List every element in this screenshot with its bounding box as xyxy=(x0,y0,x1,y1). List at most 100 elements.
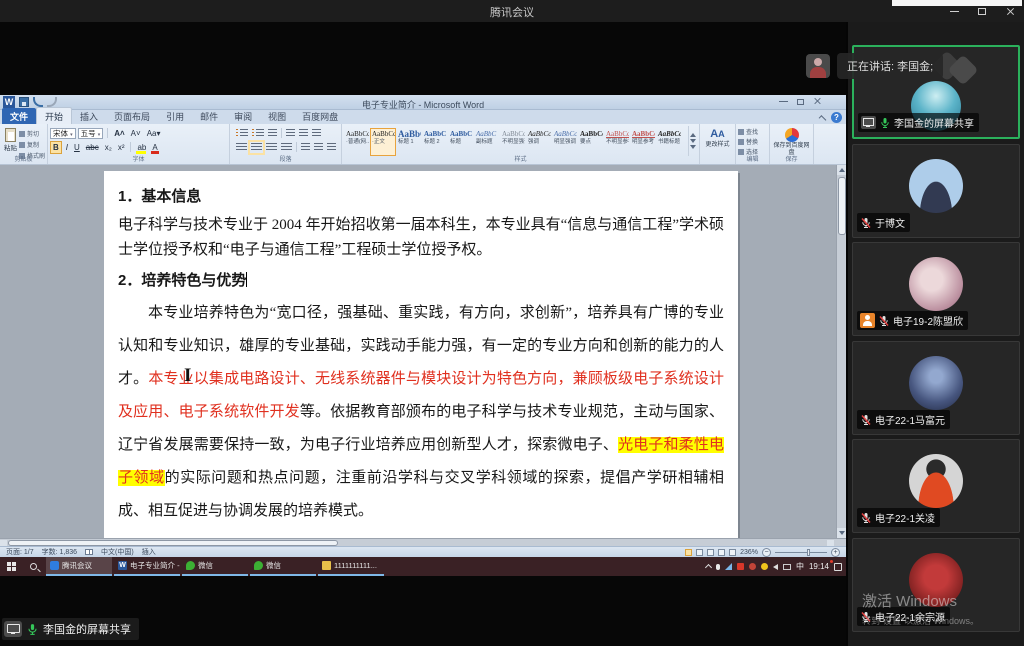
print-layout-view-icon[interactable] xyxy=(685,549,692,556)
tray-security-icon[interactable] xyxy=(761,563,768,570)
ribbon-tab-文件[interactable]: 文件 xyxy=(2,108,36,124)
participant-tile-电子22-1余宗源[interactable]: 电子22-1余宗源 xyxy=(852,538,1020,632)
style-标题2[interactable]: AaBbC标题 2 xyxy=(422,128,448,156)
ribbon-tab-页面布局[interactable]: 页面布局 xyxy=(106,108,158,124)
language-indicator[interactable]: 中文(中国) xyxy=(101,547,134,557)
vertical-scroll-thumb[interactable] xyxy=(838,177,846,235)
style-不明显强调[interactable]: AaBbCcDc不明显强调 xyxy=(500,128,526,156)
taskbar-item-meeting[interactable]: 腾讯会议 xyxy=(46,557,112,576)
word-count[interactable]: 字数: 1,836 xyxy=(42,547,77,557)
tray-network-icon[interactable] xyxy=(725,563,732,570)
change-case-button[interactable]: Aa▾ xyxy=(145,128,163,139)
grow-font-button[interactable]: A˄ xyxy=(112,128,126,139)
style-明显参考[interactable]: AaBbCcI明显参考 xyxy=(630,128,656,156)
start-button[interactable] xyxy=(0,557,22,576)
font-size-combobox[interactable]: 五号 ▾ xyxy=(78,128,104,139)
style-不明显参考[interactable]: AaBbCcD不明显参考 xyxy=(604,128,630,156)
numbering-icon[interactable] xyxy=(252,129,264,138)
outline-view-icon[interactable] xyxy=(718,549,725,556)
ribbon-tab-引用[interactable]: 引用 xyxy=(158,108,192,124)
font-button-5[interactable]: x² xyxy=(116,142,127,153)
horizontal-scrollbar[interactable] xyxy=(0,538,846,546)
zoom-level[interactable]: 236% xyxy=(740,549,758,556)
taskbar-search-button[interactable] xyxy=(22,557,44,576)
taskbar-clock[interactable]: 19:14 xyxy=(809,562,829,571)
ribbon-tab-邮件[interactable]: 邮件 xyxy=(192,108,226,124)
participant-tile-于博文[interactable]: 于博文 xyxy=(852,144,1020,238)
ribbon-tab-审阅[interactable]: 审阅 xyxy=(226,108,260,124)
shrink-font-button[interactable]: A˅ xyxy=(129,128,143,139)
share-indicator[interactable]: 李国金的屏幕共享 xyxy=(2,618,139,640)
tray-app-red-icon[interactable] xyxy=(737,563,744,570)
ribbon-tab-插入[interactable]: 插入 xyxy=(72,108,106,124)
word-close-button[interactable] xyxy=(813,97,822,106)
shading-icon[interactable] xyxy=(314,143,323,152)
font-button-4[interactable]: x₂ xyxy=(103,142,114,153)
style-gallery-scroll[interactable] xyxy=(688,126,697,156)
save-to-baidu-button[interactable]: 保存到百度网盘 保存 xyxy=(770,124,814,164)
change-styles-button[interactable]: AA 更改样式 xyxy=(700,124,736,164)
draft-view-icon[interactable] xyxy=(729,549,736,556)
font-name-combobox[interactable]: 宋体 ▾ xyxy=(50,128,76,139)
font-color-button[interactable]: A xyxy=(150,143,159,152)
zoom-in-button[interactable]: + xyxy=(831,548,840,557)
font-button-3[interactable]: abc xyxy=(84,142,101,153)
editing-item-查找[interactable]: 查找 xyxy=(738,127,767,136)
zoom-slider[interactable] xyxy=(775,552,827,553)
clipboard-item-剪切[interactable]: 剪切 xyxy=(19,129,45,138)
tray-mic-icon[interactable] xyxy=(716,564,720,570)
borders-icon[interactable] xyxy=(327,143,336,152)
zoom-slider-thumb[interactable] xyxy=(807,549,810,556)
word-restore-button[interactable] xyxy=(797,99,804,105)
style-要点[interactable]: AaBbCcD要点 xyxy=(578,128,604,156)
align-left-icon[interactable] xyxy=(236,143,247,152)
tray-app-red2-icon[interactable] xyxy=(749,563,756,570)
style-普通网[interactable]: AaBbCcDc·普通(网... xyxy=(344,128,370,156)
style-标题[interactable]: AaBbC标题 xyxy=(448,128,474,156)
proofing-icon[interactable] xyxy=(85,549,93,555)
style-副标题[interactable]: AaBbC副标题 xyxy=(474,128,500,156)
action-center-icon[interactable] xyxy=(834,563,842,571)
input-language-indicator[interactable]: 中 xyxy=(796,561,804,572)
style-正文[interactable]: AaBbCcDd·正文 xyxy=(370,128,396,156)
web-layout-view-icon[interactable] xyxy=(707,549,714,556)
scroll-down-button[interactable] xyxy=(837,528,846,538)
gallery-down-icon[interactable] xyxy=(690,139,696,143)
ribbon-tab-百度网盘[interactable]: 百度网盘 xyxy=(294,108,346,124)
align-right-icon[interactable] xyxy=(266,143,277,152)
taskbar-item-word[interactable]: W电子专业简介 - Micr... xyxy=(114,557,180,576)
vertical-scrollbar[interactable] xyxy=(836,165,846,538)
collapse-ribbon-icon[interactable] xyxy=(819,115,827,123)
word-minimize-button[interactable] xyxy=(779,101,788,102)
participant-tile-电子22-1马富元[interactable]: 电子22-1马富元 xyxy=(852,341,1020,435)
font-button-0[interactable]: B xyxy=(50,141,62,154)
ribbon-tab-视图[interactable]: 视图 xyxy=(260,108,294,124)
participant-tile-电子19-2陈盟欣[interactable]: 电子19-2陈盟欣 xyxy=(852,242,1020,336)
style-书籍标题[interactable]: AaBbCcI书籍标题 xyxy=(656,128,682,156)
line-spacing-icon[interactable] xyxy=(301,143,310,152)
document-page[interactable]: 1．基本信息电子科学与技术专业于 2004 年开始招收第一届本科生，本专业具有“… xyxy=(104,171,738,538)
align-center-icon[interactable] xyxy=(251,143,262,152)
style-明显强调[interactable]: AaBbCcDc明显强调 xyxy=(552,128,578,156)
participant-tile-电子22-1关凌[interactable]: 电子22-1关凌 xyxy=(852,439,1020,533)
font-button-1[interactable]: I xyxy=(64,142,70,153)
taskbar-item-wechat[interactable]: 微信 xyxy=(182,557,248,576)
document-area[interactable]: 1．基本信息电子科学与技术专业于 2004 年开始招收第一届本科生，本专业具有“… xyxy=(0,165,846,538)
ribbon-tab-开始[interactable]: 开始 xyxy=(36,107,72,124)
bullets-icon[interactable] xyxy=(236,129,248,138)
taskbar-item-wechat[interactable]: 微信 xyxy=(250,557,316,576)
scroll-up-button[interactable] xyxy=(837,165,846,175)
sort-icon[interactable] xyxy=(312,129,321,138)
tray-volume-icon[interactable] xyxy=(773,564,778,570)
editing-item-替换[interactable]: 替换 xyxy=(738,137,767,146)
tray-device-icon[interactable] xyxy=(783,564,791,570)
style-强调[interactable]: AaBbCcDc强调 xyxy=(526,128,552,156)
font-button-2[interactable]: U xyxy=(72,142,82,153)
increase-indent-icon[interactable] xyxy=(299,129,308,138)
gallery-up-icon[interactable] xyxy=(690,133,696,137)
zoom-out-button[interactable]: − xyxy=(762,548,771,557)
paste-button[interactable]: 粘贴 xyxy=(2,126,19,156)
fullscreen-view-icon[interactable] xyxy=(696,549,703,556)
style-标题1[interactable]: AaBbC标题 1 xyxy=(396,128,422,156)
taskbar-item-folder[interactable]: 1111111111... xyxy=(318,557,384,576)
